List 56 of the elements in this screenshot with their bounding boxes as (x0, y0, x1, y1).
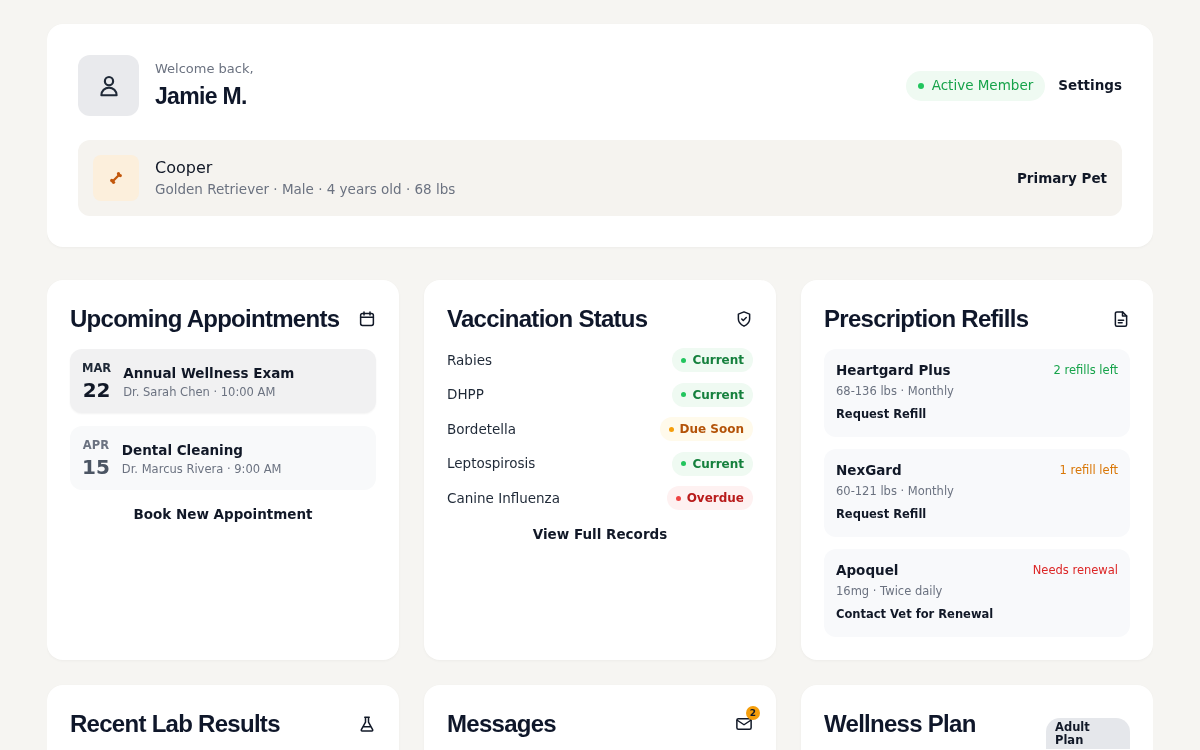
dosage-details: 68-136 lbs · Monthly (836, 383, 954, 399)
appointment-title: Annual Wellness Exam (123, 363, 295, 383)
book-appointment-button[interactable]: Book New Appointment (125, 500, 321, 528)
refill-action-link[interactable]: Request Refill (836, 506, 927, 522)
card-title: Prescription Refills (824, 304, 1029, 334)
refill-action-link[interactable]: Contact Vet for Renewal (836, 606, 994, 622)
mail-icon[interactable] (735, 715, 753, 733)
person-icon (78, 55, 139, 116)
card-title: Wellness Plan (824, 709, 976, 739)
pet-details: Golden Retriever · Male · 4 years old · 68 lbs (155, 179, 456, 199)
vaccine-name: Leptospirosis (447, 454, 536, 474)
vaccine-name: DHPP (447, 385, 484, 405)
medication-name: Heartgard Plus (836, 361, 951, 380)
status-text: Current (692, 455, 744, 473)
status-text: Due Soon (679, 421, 744, 438)
appointment-details: Dr. Sarah Chen · 10:00 AM (123, 383, 277, 400)
appointment-day: 15 (82, 455, 110, 479)
appointment-month: MAR (82, 360, 112, 376)
shield-check-icon (735, 310, 753, 328)
refill-action-link[interactable]: Request Refill (836, 406, 927, 422)
refill-status: 1 refill left (1059, 462, 1118, 478)
appointment-card[interactable]: MAR 22 Annual Wellness Exam Dr. Sarah Chen · 10:00 AM (70, 349, 376, 413)
appointment-day: 22 (82, 378, 111, 402)
settings-link[interactable]: Settings (1058, 75, 1122, 96)
vaccine-name: Canine Influenza (447, 488, 560, 508)
appointment-title: Dental Cleaning (121, 440, 245, 460)
card-title: Messages (447, 709, 556, 739)
medication-name: Apoquel (836, 561, 899, 580)
refill-status: 2 refills left (1053, 362, 1118, 378)
vaccine-name: Bordetella (447, 419, 517, 439)
medication-name: NexGard (836, 461, 902, 480)
refill-status: Needs renewal (1032, 562, 1118, 578)
primary-pet-label: Primary Pet (1016, 168, 1107, 188)
dosage-details: 60-121 lbs · Monthly (836, 483, 954, 499)
unread-count-badge: 2 (746, 706, 760, 720)
card-title: Vaccination Status (447, 304, 648, 334)
view-records-button[interactable]: View Full Records (524, 520, 676, 548)
plan-badge: Adult Plan (1046, 718, 1130, 749)
membership-status-text: Active Member (931, 76, 1034, 96)
status-text: Current (692, 352, 744, 369)
calendar-icon (358, 310, 376, 328)
user-name: Jamie M. (155, 82, 248, 111)
appointment-month: APR (82, 437, 109, 453)
vaccine-name: Rabies (447, 350, 492, 370)
greeting-text: Welcome back, (155, 60, 254, 78)
card-title: Recent Lab Results (70, 709, 280, 739)
appointment-details: Dr. Marcus Rivera · 9:00 AM (121, 460, 282, 477)
document-icon (1112, 310, 1130, 328)
appointment-card[interactable]: APR 15 Dental Cleaning Dr. Marcus Rivera · 9:00 AM (70, 426, 376, 490)
card-title: Upcoming Appointments (70, 304, 340, 334)
status-text: Current (692, 386, 744, 404)
status-text: Overdue (686, 490, 744, 507)
bone-icon (93, 155, 139, 201)
dosage-details: 16mg · Twice daily (836, 583, 943, 599)
flask-icon (358, 715, 376, 733)
pet-name: Cooper (155, 157, 214, 178)
